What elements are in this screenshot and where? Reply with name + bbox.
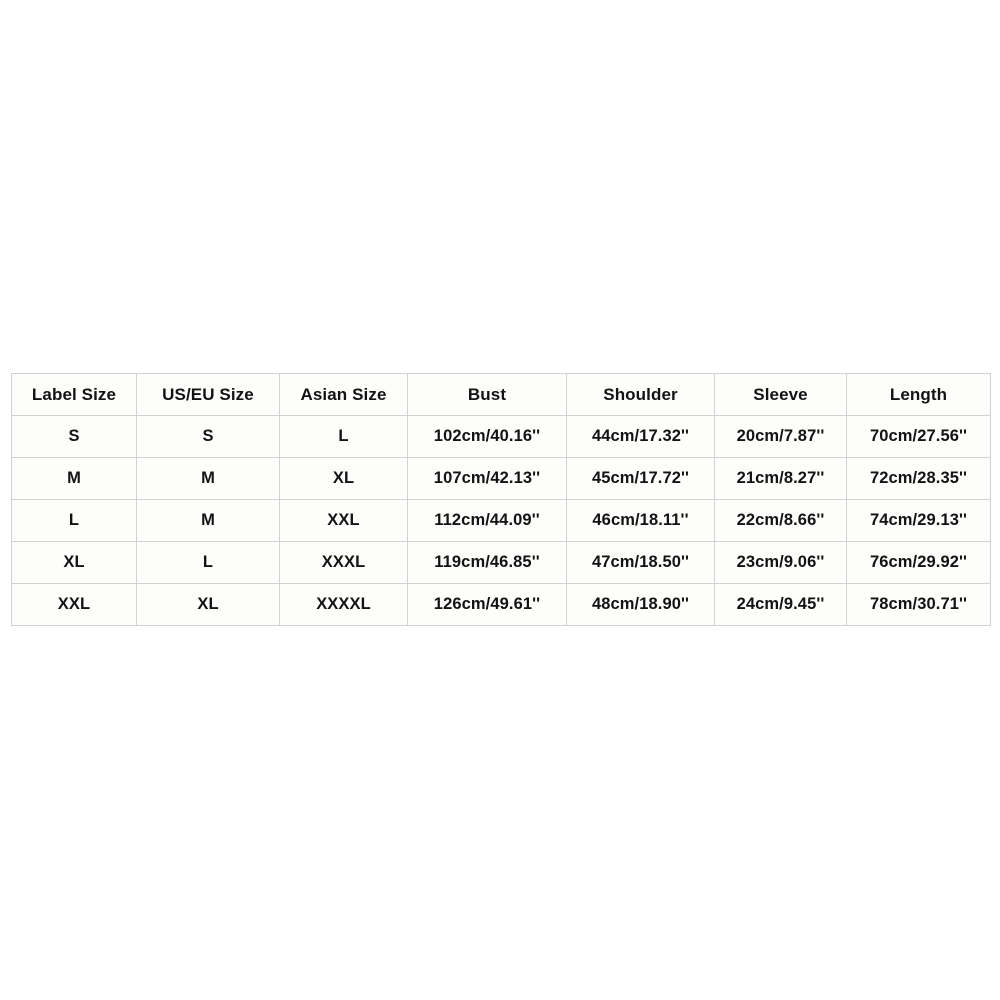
- cell-bust: 119cm/46.85'': [407, 541, 567, 584]
- cell-asian-size: L: [279, 415, 408, 458]
- cell-us-eu-size: S: [136, 415, 280, 458]
- cell-label-size: XL: [11, 541, 137, 584]
- cell-asian-size: XXL: [279, 499, 408, 542]
- table-row: S S L 102cm/40.16'' 44cm/17.32'' 20cm/7.…: [11, 415, 991, 458]
- table-row: XL L XXXL 119cm/46.85'' 47cm/18.50'' 23c…: [11, 541, 991, 584]
- cell-label-size: M: [11, 457, 137, 500]
- column-header-sleeve: Sleeve: [714, 373, 847, 416]
- cell-shoulder: 45cm/17.72'': [566, 457, 715, 500]
- cell-asian-size: XL: [279, 457, 408, 500]
- column-header-bust: Bust: [407, 373, 567, 416]
- cell-shoulder: 47cm/18.50'': [566, 541, 715, 584]
- cell-asian-size: XXXL: [279, 541, 408, 584]
- column-header-label-size: Label Size: [11, 373, 137, 416]
- cell-sleeve: 22cm/8.66'': [714, 499, 847, 542]
- cell-asian-size: XXXXL: [279, 583, 408, 626]
- size-chart-container: Label Size US/EU Size Asian Size Bust Sh…: [11, 373, 991, 626]
- cell-us-eu-size: XL: [136, 583, 280, 626]
- table-row: XXL XL XXXXL 126cm/49.61'' 48cm/18.90'' …: [11, 583, 991, 626]
- cell-length: 70cm/27.56'': [846, 415, 991, 458]
- cell-length: 72cm/28.35'': [846, 457, 991, 500]
- cell-length: 74cm/29.13'': [846, 499, 991, 542]
- table-row: L M XXL 112cm/44.09'' 46cm/18.11'' 22cm/…: [11, 499, 991, 542]
- cell-bust: 107cm/42.13'': [407, 457, 567, 500]
- cell-sleeve: 23cm/9.06'': [714, 541, 847, 584]
- cell-sleeve: 24cm/9.45'': [714, 583, 847, 626]
- cell-sleeve: 21cm/8.27'': [714, 457, 847, 500]
- cell-sleeve: 20cm/7.87'': [714, 415, 847, 458]
- cell-length: 78cm/30.71'': [846, 583, 991, 626]
- table-body: S S L 102cm/40.16'' 44cm/17.32'' 20cm/7.…: [11, 415, 991, 626]
- cell-bust: 112cm/44.09'': [407, 499, 567, 542]
- table-header-row: Label Size US/EU Size Asian Size Bust Sh…: [11, 373, 991, 416]
- column-header-us-eu-size: US/EU Size: [136, 373, 280, 416]
- column-header-asian-size: Asian Size: [279, 373, 408, 416]
- cell-bust: 126cm/49.61'': [407, 583, 567, 626]
- cell-us-eu-size: M: [136, 499, 280, 542]
- column-header-length: Length: [846, 373, 991, 416]
- size-chart-table: Label Size US/EU Size Asian Size Bust Sh…: [11, 373, 991, 626]
- column-header-shoulder: Shoulder: [566, 373, 715, 416]
- cell-label-size: XXL: [11, 583, 137, 626]
- cell-label-size: S: [11, 415, 137, 458]
- cell-shoulder: 44cm/17.32'': [566, 415, 715, 458]
- table-header: Label Size US/EU Size Asian Size Bust Sh…: [11, 373, 991, 416]
- cell-shoulder: 48cm/18.90'': [566, 583, 715, 626]
- cell-label-size: L: [11, 499, 137, 542]
- cell-shoulder: 46cm/18.11'': [566, 499, 715, 542]
- cell-length: 76cm/29.92'': [846, 541, 991, 584]
- cell-bust: 102cm/40.16'': [407, 415, 567, 458]
- cell-us-eu-size: M: [136, 457, 280, 500]
- table-row: M M XL 107cm/42.13'' 45cm/17.72'' 21cm/8…: [11, 457, 991, 500]
- cell-us-eu-size: L: [136, 541, 280, 584]
